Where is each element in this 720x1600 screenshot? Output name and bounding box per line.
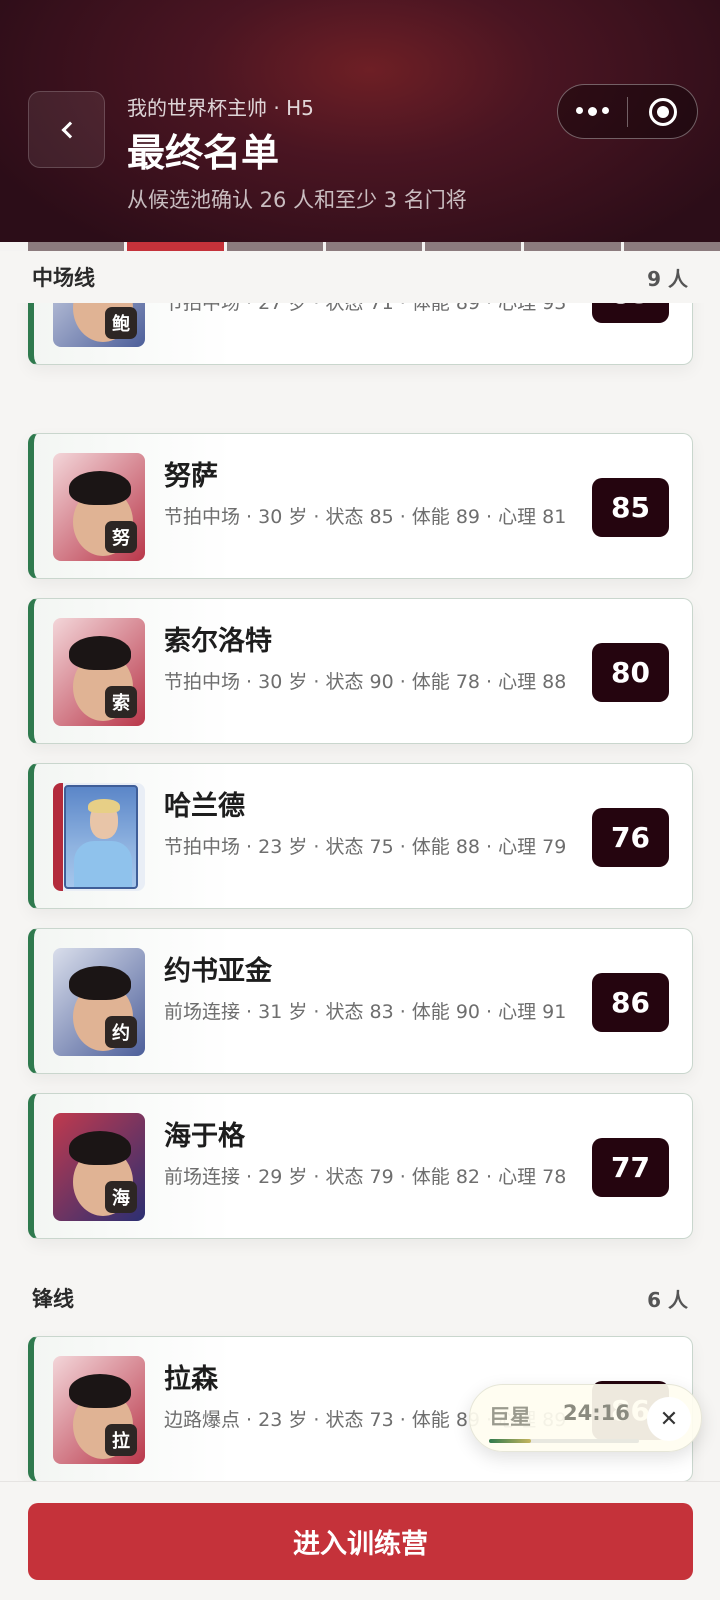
player-card[interactable]: 努 努萨 节拍中场 · 30 岁 · 状态 85 · 体能 89 · 心理 81… — [28, 433, 693, 579]
player-initial-badge: 约 — [105, 1016, 137, 1048]
tab-segment[interactable] — [226, 242, 323, 251]
more-icon[interactable] — [558, 107, 627, 116]
roster-list[interactable]: 鲍 鲍勃 节拍中场 · 27 岁 · 状态 71 · 体能 89 · 心理 93… — [0, 251, 720, 1481]
page-description: 从候选池确认 26 人和至少 3 名门将 — [127, 188, 467, 212]
chevron-left-icon — [61, 121, 78, 138]
player-card[interactable]: 哈兰德 节拍中场 · 23 岁 · 状态 75 · 体能 88 · 心理 79 … — [28, 763, 693, 909]
tab-segment[interactable] — [28, 242, 125, 251]
tab-segment[interactable] — [325, 242, 423, 251]
timer-progress — [489, 1439, 639, 1443]
player-meta: 节拍中场 · 23 岁 · 状态 75 · 体能 88 · 心理 79 — [164, 836, 567, 858]
player-rating: 80 — [592, 643, 669, 702]
player-name: 哈兰德 — [164, 791, 245, 822]
player-photo — [53, 783, 145, 891]
timer-label: 巨星 — [489, 1405, 531, 1429]
player-rating: 85 — [592, 478, 669, 537]
player-card[interactable]: 海 海于格 前场连接 · 29 岁 · 状态 79 · 体能 82 · 心理 7… — [28, 1093, 693, 1239]
player-initial-badge: 拉 — [105, 1424, 137, 1456]
player-name: 努萨 — [164, 461, 218, 492]
bottom-bar: 进入训练营 — [0, 1481, 720, 1600]
header: 我的世界杯主帅 · H5 最终名单 从候选池确认 26 人和至少 3 名门将 — [0, 0, 720, 242]
floating-timer[interactable]: 巨星 24:16 ✕ — [469, 1384, 702, 1452]
player-card[interactable]: 约 约书亚金 前场连接 · 31 岁 · 状态 83 · 体能 90 · 心理 … — [28, 928, 693, 1074]
section-name: 中场线 — [32, 266, 95, 290]
player-initial-badge: 海 — [105, 1181, 137, 1213]
timer-time: 24:16 — [563, 1401, 630, 1425]
player-meta: 节拍中场 · 30 岁 · 状态 90 · 体能 78 · 心理 88 — [164, 671, 567, 693]
player-avatar: 索 — [53, 618, 145, 726]
back-button[interactable] — [28, 91, 105, 168]
tab-segment[interactable] — [425, 242, 522, 251]
player-name: 索尔洛特 — [164, 626, 272, 657]
player-name: 约书亚金 — [164, 956, 272, 987]
section-header-forward: 锋线 6 人 — [0, 1272, 720, 1324]
position-tab-strip — [28, 242, 720, 251]
timer-progress-fill — [489, 1439, 531, 1443]
section-count: 9 人 — [647, 266, 688, 291]
miniprogram-capsule — [557, 84, 698, 139]
enter-training-camp-button[interactable]: 进入训练营 — [28, 1503, 693, 1580]
player-rating: 76 — [592, 808, 669, 867]
player-name: 拉森 — [164, 1364, 218, 1395]
player-rating: 86 — [592, 973, 669, 1032]
section-header-midfield: 中场线 9 人 — [0, 251, 720, 303]
close-miniprogram-icon[interactable] — [628, 97, 697, 126]
player-card[interactable]: 索 索尔洛特 节拍中场 · 30 岁 · 状态 90 · 体能 78 · 心理 … — [28, 598, 693, 744]
page-title: 最终名单 — [127, 131, 280, 175]
player-meta: 节拍中场 · 30 岁 · 状态 85 · 体能 89 · 心理 81 — [164, 506, 567, 528]
page-subtitle: 我的世界杯主帅 · H5 — [127, 96, 314, 120]
player-rating: 77 — [592, 1138, 669, 1197]
player-initial-badge: 鲍 — [105, 307, 137, 339]
tab-segment[interactable] — [623, 242, 720, 251]
player-avatar: 努 — [53, 453, 145, 561]
player-initial-badge: 索 — [105, 686, 137, 718]
player-avatar: 拉 — [53, 1356, 145, 1464]
section-name: 锋线 — [32, 1287, 74, 1311]
player-avatar: 海 — [53, 1113, 145, 1221]
player-meta: 前场连接 · 29 岁 · 状态 79 · 体能 82 · 心理 78 — [164, 1166, 567, 1188]
section-count: 6 人 — [647, 1287, 688, 1312]
player-avatar: 约 — [53, 948, 145, 1056]
tab-segment[interactable] — [524, 242, 621, 251]
player-meta: 前场连接 · 31 岁 · 状态 83 · 体能 90 · 心理 91 — [164, 1001, 567, 1023]
close-icon[interactable]: ✕ — [647, 1397, 691, 1441]
player-name: 海于格 — [164, 1121, 245, 1152]
tab-segment-active[interactable] — [127, 242, 224, 251]
player-initial-badge: 努 — [105, 521, 137, 553]
